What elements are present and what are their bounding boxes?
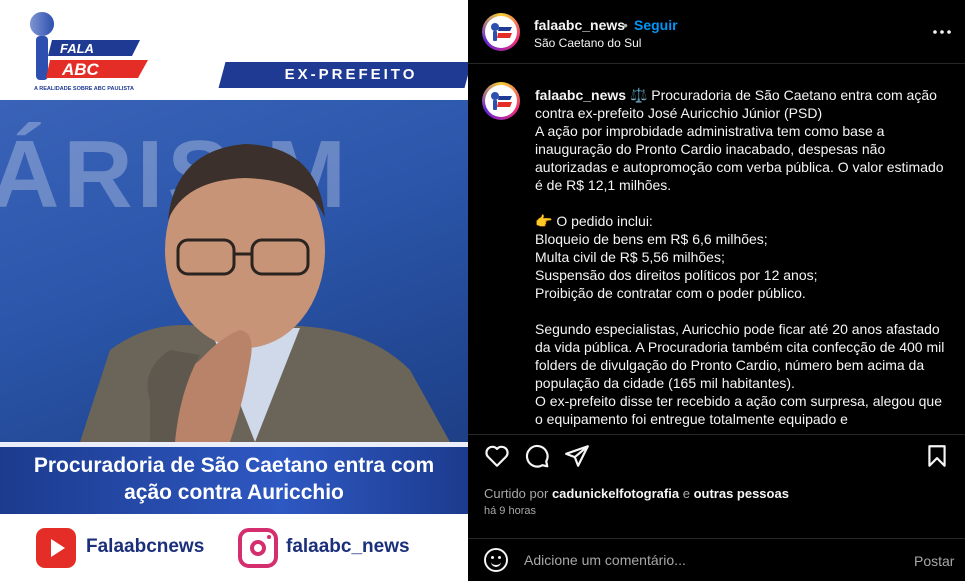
heart-icon[interactable] bbox=[484, 443, 510, 469]
avatar[interactable] bbox=[482, 13, 520, 51]
headline-text: Procuradoria de São Caetano entra com aç… bbox=[0, 452, 468, 506]
post-timestamp[interactable]: há 9 horas bbox=[484, 505, 536, 517]
instagram-handle: falaabc_news bbox=[286, 536, 410, 557]
fala-abc-logo: FALA ABC A REALIDADE SOBRE ABC PAULISTA bbox=[30, 12, 148, 92]
youtube-handle: Falaabcnews bbox=[86, 536, 205, 557]
politician-photo: ÁRIS M bbox=[0, 100, 468, 442]
caption-line: O ex-prefeito disse ter recebido a ação … bbox=[535, 393, 943, 427]
caption-line: Proibição de contratar com o poder públi… bbox=[535, 285, 806, 301]
caption-avatar[interactable] bbox=[482, 82, 520, 120]
more-horizontal-icon[interactable] bbox=[930, 20, 954, 44]
header-separator: • bbox=[623, 17, 628, 33]
social-footer: Falaabcnews falaabc_news bbox=[0, 514, 468, 581]
follow-button[interactable]: Seguir bbox=[634, 17, 678, 33]
instagram-icon bbox=[238, 528, 278, 568]
comment-bar: Postar bbox=[468, 538, 965, 581]
post-header: falaabc_news • Seguir São Caetano do Sul bbox=[468, 0, 965, 64]
header-username[interactable]: falaabc_news bbox=[534, 17, 625, 33]
post-sidebar: falaabc_news • Seguir São Caetano do Sul bbox=[468, 0, 965, 581]
youtube-icon bbox=[36, 528, 76, 568]
headline-line-1: Procuradoria de São Caetano entra com bbox=[33, 454, 435, 477]
post-comment-button[interactable]: Postar bbox=[914, 553, 954, 569]
caption-text: falaabc_news ⚖️ Procuradoria de São Caet… bbox=[535, 86, 953, 428]
banner-label: EX-PREFEITO bbox=[284, 66, 418, 83]
avatar-logo-icon bbox=[491, 23, 512, 41]
comment-input[interactable] bbox=[524, 547, 904, 573]
caption-line: A ação por improbidade administrativa te… bbox=[535, 123, 944, 193]
caption-line bbox=[535, 194, 953, 212]
caption-line: Multa civil de R$ 5,56 milhões; bbox=[535, 249, 725, 265]
likes-summary: Curtido por cadunickelfotografia e outra… bbox=[484, 486, 789, 501]
person-illustration bbox=[80, 144, 450, 442]
caption-line: falaabc_news ⚖️ Procuradoria de São Caet… bbox=[535, 87, 937, 121]
caption-line: Segundo especialistas, Auricchio pode fi… bbox=[535, 321, 945, 391]
svg-text:ABC: ABC bbox=[61, 60, 100, 79]
share-icon[interactable] bbox=[564, 443, 590, 469]
caption-line bbox=[535, 302, 953, 320]
post-image[interactable]: FALA ABC A REALIDADE SOBRE ABC PAULISTA … bbox=[0, 0, 468, 581]
avatar-logo-icon bbox=[491, 92, 512, 110]
bookmark-icon[interactable] bbox=[924, 443, 950, 469]
headline-banner: Procuradoria de São Caetano entra com aç… bbox=[0, 442, 468, 514]
emoji-icon[interactable] bbox=[484, 548, 508, 572]
caption-line: 👉 O pedido inclui: bbox=[535, 213, 653, 229]
caption-username[interactable]: falaabc_news bbox=[535, 87, 626, 103]
liked-by-others[interactable]: outras pessoas bbox=[694, 486, 789, 501]
svg-text:FALA: FALA bbox=[60, 41, 94, 56]
liked-by-user[interactable]: cadunickelfotografia bbox=[552, 486, 679, 501]
comment-icon[interactable] bbox=[524, 443, 550, 469]
caption-line: Bloqueio de bens em R$ 6,6 milhões; bbox=[535, 231, 768, 247]
action-bar bbox=[468, 434, 965, 474]
svg-text:A REALIDADE SOBRE ABC PAULISTA: A REALIDADE SOBRE ABC PAULISTA bbox=[34, 86, 134, 92]
headline-divider bbox=[0, 442, 468, 447]
headline-line-2: ação contra Auricchio bbox=[124, 481, 344, 504]
location-link[interactable]: São Caetano do Sul bbox=[534, 36, 641, 50]
caption-area: falaabc_news ⚖️ Procuradoria de São Caet… bbox=[468, 78, 965, 430]
caption-line: Suspensão dos direitos políticos por 12 … bbox=[535, 267, 818, 283]
